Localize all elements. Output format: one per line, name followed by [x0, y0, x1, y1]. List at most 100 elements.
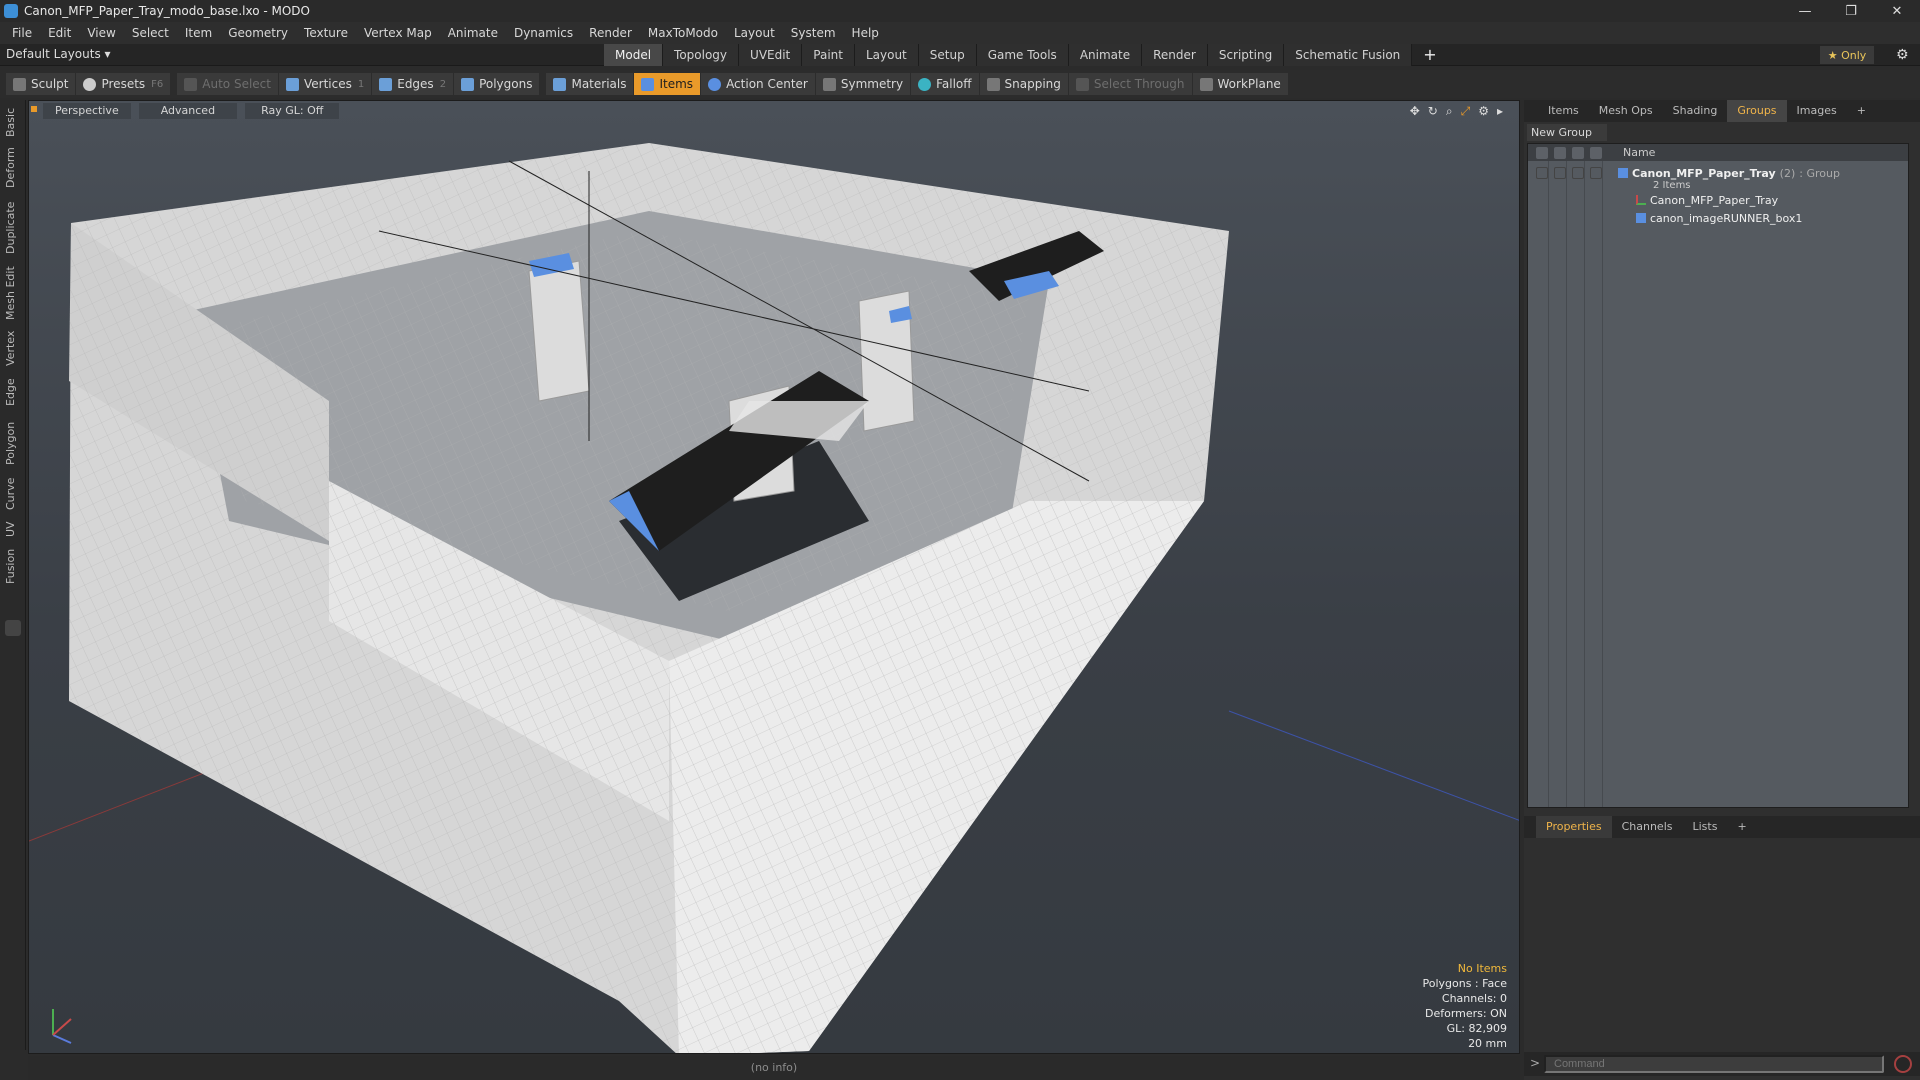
snapping-button[interactable]: Snapping [979, 73, 1068, 95]
zoom-icon[interactable]: ⌕ [1446, 104, 1453, 119]
menu-help[interactable]: Help [844, 26, 887, 40]
raygl-button[interactable]: Ray GL: Off [245, 103, 340, 119]
tab-shading[interactable]: Shading [1663, 100, 1728, 122]
settings-icon[interactable]: ⚙ [1478, 104, 1489, 119]
items-button[interactable]: Items [634, 73, 701, 95]
command-input[interactable] [1544, 1055, 1884, 1073]
menu-view[interactable]: View [79, 26, 123, 40]
list-item[interactable]: Canon_MFP_Paper_Tray [1528, 191, 1908, 209]
tab-setup[interactable]: Setup [918, 44, 977, 66]
menu-texture[interactable]: Texture [296, 26, 356, 40]
close-button[interactable]: ✕ [1874, 0, 1920, 22]
select-through-button[interactable]: Select Through [1068, 73, 1192, 95]
command-bar: > [1524, 1052, 1920, 1076]
edges-button[interactable]: Edges 2 [372, 73, 454, 95]
menu-geometry[interactable]: Geometry [220, 26, 296, 40]
left-tab-vertex[interactable]: Vertex [4, 328, 22, 368]
layout-selector[interactable]: Default Layouts ▾ [6, 47, 111, 61]
tab-groups[interactable]: Groups [1727, 100, 1787, 122]
name-column-header[interactable]: Name [1623, 146, 1655, 159]
menu-layout[interactable]: Layout [726, 26, 783, 40]
tab-animate[interactable]: Animate [1068, 44, 1143, 66]
advanced-button[interactable]: Advanced [138, 103, 238, 119]
info-deformers: Deformers: ON [1425, 1007, 1507, 1020]
materials-button[interactable]: Materials [546, 73, 634, 95]
polygons-button[interactable]: Polygons [454, 73, 540, 95]
left-tab-polygon[interactable]: Polygon [4, 416, 22, 470]
info-scale: 20 mm [1468, 1037, 1507, 1050]
lock-column-icon[interactable] [1572, 146, 1584, 159]
tab-layout[interactable]: Layout [854, 44, 919, 66]
left-tab-curve[interactable]: Curve [4, 476, 22, 512]
falloff-button[interactable]: Falloff [911, 73, 979, 95]
properties-body [1524, 840, 1920, 1040]
tab-lists[interactable]: Lists [1683, 816, 1728, 838]
render-toggle-icon[interactable] [1554, 167, 1566, 179]
tab-paint[interactable]: Paint [802, 44, 855, 66]
auto-select-button[interactable]: Auto Select [177, 73, 278, 95]
group-list[interactable]: Name Canon_MFP_Paper_Tray (2) : Group 2 … [1527, 143, 1909, 808]
menu-edit[interactable]: Edit [40, 26, 79, 40]
menu-system[interactable]: System [783, 26, 844, 40]
command-history-button[interactable] [1894, 1055, 1912, 1073]
menu-vertex-map[interactable]: Vertex Map [356, 26, 440, 40]
add-prop-tab-button[interactable]: + [1727, 816, 1756, 838]
pan-icon[interactable]: ✥ [1410, 104, 1420, 119]
view-mode-button[interactable]: Perspective [43, 103, 131, 119]
add-panel-tab-button[interactable]: + [1847, 100, 1876, 122]
tab-topology[interactable]: Topology [663, 44, 740, 66]
viewport-header: Perspective Advanced Ray GL: Off [29, 101, 1519, 121]
list-item[interactable]: canon_imageRUNNER_box1 [1528, 209, 1908, 227]
new-group-button[interactable]: New Group [1527, 124, 1607, 141]
left-tab-uv[interactable]: UV [4, 518, 22, 540]
z-axis-grid-line [1228, 710, 1519, 821]
maximize-button[interactable]: ❐ [1828, 0, 1874, 22]
only-button[interactable]: ★ Only [1820, 46, 1874, 64]
left-tab-edge[interactable]: Edge [4, 374, 22, 410]
tab-game-tools[interactable]: Game Tools [976, 44, 1069, 66]
visibility-column-icon[interactable] [1536, 146, 1548, 159]
left-tab-fusion[interactable]: Fusion [4, 546, 22, 586]
workplane-button[interactable]: WorkPlane [1192, 73, 1288, 95]
add-tab-button[interactable]: + [1412, 44, 1447, 66]
symmetry-button[interactable]: Symmetry [815, 73, 911, 95]
menu-item[interactable]: Item [177, 26, 220, 40]
menu-animate[interactable]: Animate [440, 26, 506, 40]
left-tab-duplicate[interactable]: Duplicate [4, 198, 22, 258]
eye-icon[interactable] [1536, 167, 1548, 179]
left-tab-basic[interactable]: Basic [4, 106, 22, 138]
menu-render[interactable]: Render [581, 26, 640, 40]
sculpt-button[interactable]: Sculpt [6, 73, 76, 95]
lock-toggle-icon[interactable] [1572, 167, 1584, 179]
tab-properties[interactable]: Properties [1536, 816, 1612, 838]
tab-images[interactable]: Images [1787, 100, 1847, 122]
tab-model[interactable]: Model [604, 44, 664, 66]
tab-render[interactable]: Render [1142, 44, 1208, 66]
tab-mesh-ops[interactable]: Mesh Ops [1589, 100, 1663, 122]
menu-arrow-icon[interactable]: ▸ [1497, 104, 1503, 119]
menu-file[interactable]: File [4, 26, 40, 40]
tab-uvedit[interactable]: UVEdit [739, 44, 803, 66]
menu-select[interactable]: Select [124, 26, 177, 40]
tab-scripting[interactable]: Scripting [1207, 44, 1285, 66]
panel-toggle-button[interactable] [5, 620, 21, 636]
minimize-button[interactable]: — [1782, 0, 1828, 22]
render-column-icon[interactable] [1554, 146, 1566, 159]
info-polygons: Polygons : Face [1422, 977, 1507, 990]
tab-items[interactable]: Items [1538, 100, 1589, 122]
gear-icon[interactable]: ⚙ [1896, 47, 1909, 63]
menu-maxtomodo[interactable]: MaxToModo [640, 26, 726, 40]
action-center-button[interactable]: Action Center [701, 73, 815, 95]
left-tab-deform[interactable]: Deform [4, 146, 22, 190]
tab-schematic-fusion[interactable]: Schematic Fusion [1284, 44, 1413, 66]
presets-button[interactable]: Presets F6 [76, 73, 171, 95]
select-toggle-icon[interactable] [1590, 167, 1602, 179]
left-tab-mesh-edit[interactable]: Mesh Edit [4, 264, 22, 322]
menu-dynamics[interactable]: Dynamics [506, 26, 581, 40]
fit-icon[interactable]: ⤢ [1461, 104, 1471, 119]
select-column-icon[interactable] [1590, 146, 1602, 159]
vertices-button[interactable]: Vertices 1 [278, 73, 372, 95]
rotate-icon[interactable]: ↻ [1428, 104, 1438, 119]
tab-channels[interactable]: Channels [1612, 816, 1683, 838]
3d-viewport[interactable]: Perspective Advanced Ray GL: Off ✥ ↻ ⌕ ⤢… [28, 100, 1520, 1054]
